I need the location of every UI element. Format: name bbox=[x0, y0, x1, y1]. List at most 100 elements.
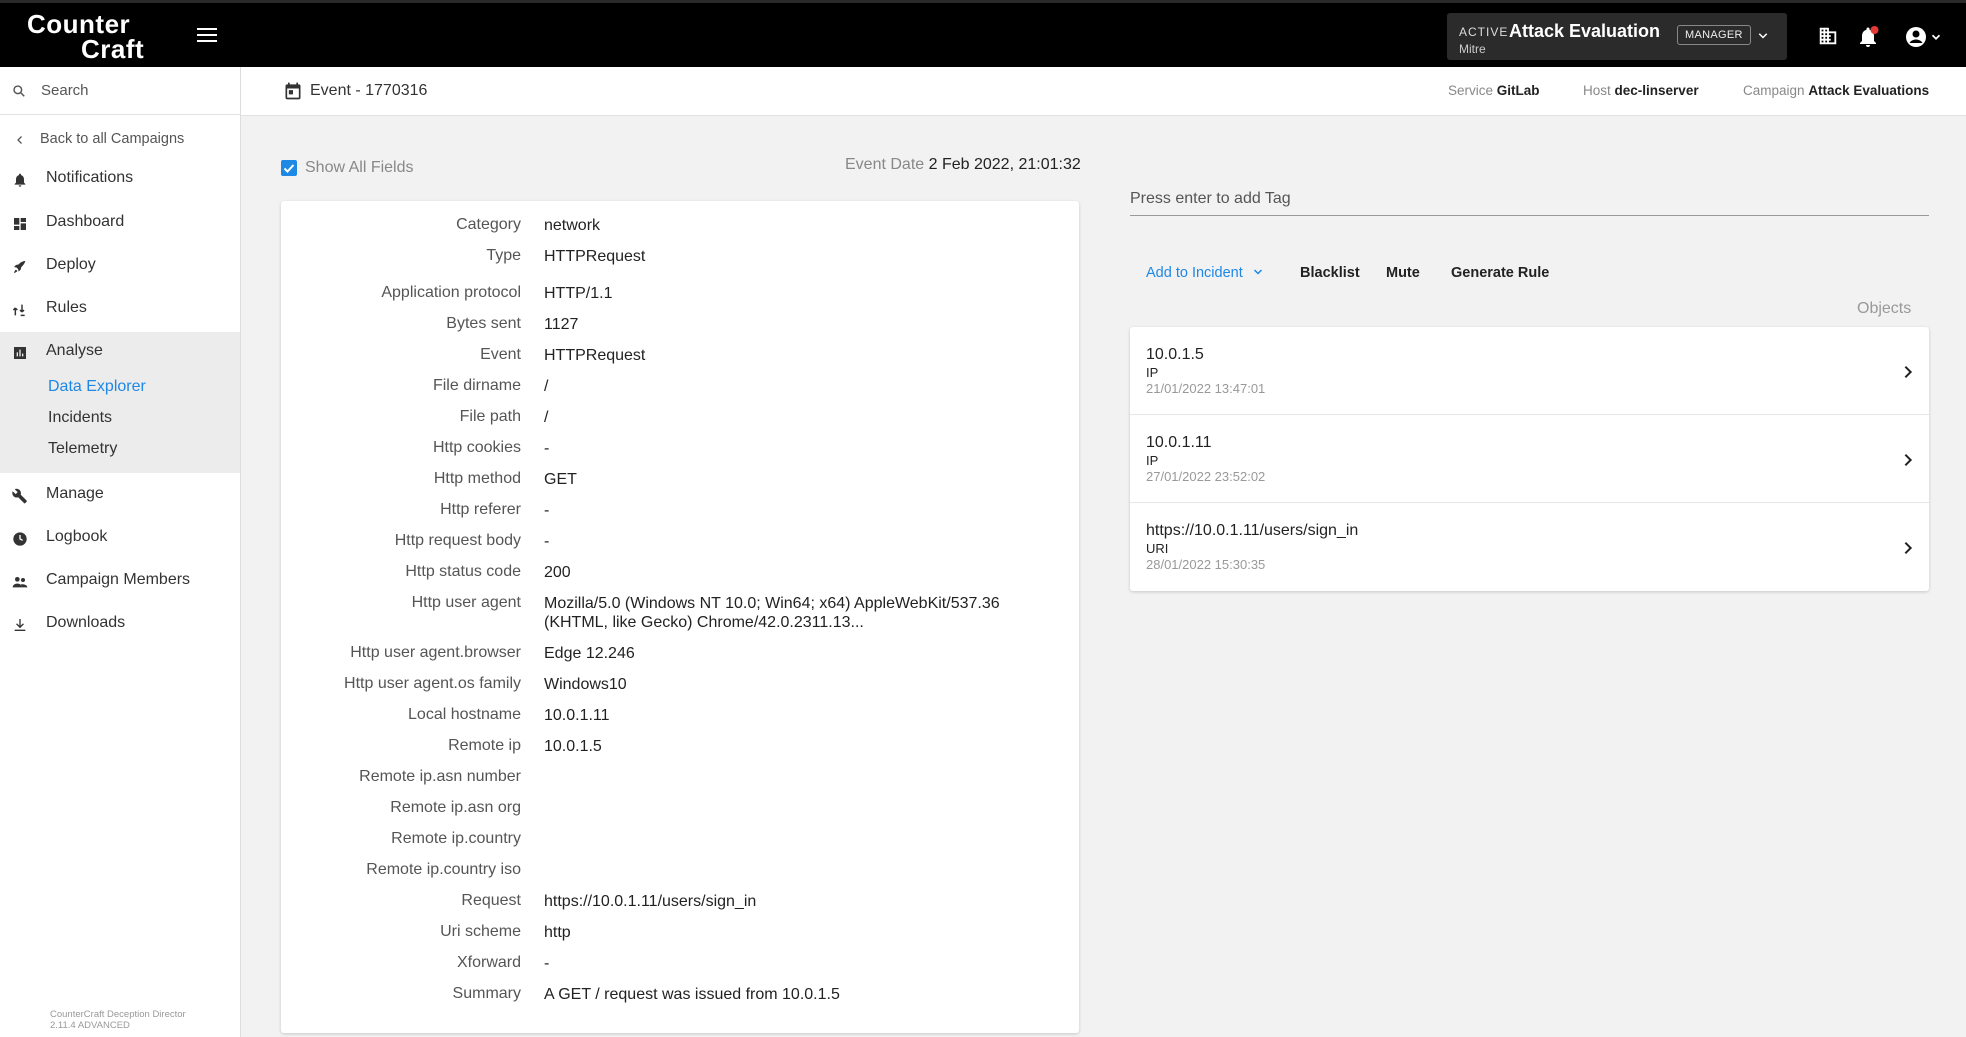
field-label: Category bbox=[456, 216, 521, 233]
chevron-down-icon bbox=[1253, 269, 1262, 275]
sidebar-item-downloads[interactable]: Downloads bbox=[0, 604, 240, 644]
field-label: Http method bbox=[433, 470, 521, 487]
object-date: 27/01/2022 23:52:02 bbox=[1146, 469, 1266, 484]
version-info: CounterCraft Deception Director 2.11.4 A… bbox=[50, 1009, 186, 1031]
top-bar: Counter Craft ACTIVE Attack Evaluations … bbox=[0, 0, 1966, 67]
menu-icon[interactable] bbox=[197, 28, 217, 42]
sidebar-item-logbook[interactable]: Logbook bbox=[0, 518, 240, 558]
sidebar-subitem-incidents[interactable]: Incidents bbox=[48, 409, 112, 427]
field-value: http bbox=[544, 924, 571, 941]
field-value: - bbox=[544, 440, 550, 457]
dashboard-icon bbox=[14, 218, 26, 230]
field-label: Remote ip bbox=[448, 737, 521, 754]
sidebar: Search Back to all Campaigns Notificatio… bbox=[0, 67, 241, 1037]
field-label: Summary bbox=[452, 985, 521, 1002]
object-item[interactable]: https://10.0.1.11/users/sign_in URI 28/01/… bbox=[1130, 503, 1929, 591]
checkbox-checked-icon bbox=[281, 160, 297, 176]
object-item[interactable]: 10.0.1.11 IP 27/01/2022 23:52:02 bbox=[1130, 415, 1929, 503]
blacklist-button[interactable]: Blacklist bbox=[1300, 265, 1360, 281]
people-icon bbox=[12, 577, 28, 588]
field-value: 1127 bbox=[544, 316, 579, 333]
field-label: Application protocol bbox=[381, 284, 521, 301]
field-label: Http request body bbox=[394, 532, 521, 549]
wrench-icon bbox=[12, 488, 27, 504]
object-item[interactable]: 10.0.1.5 IP 21/01/2022 13:47:01 bbox=[1130, 327, 1929, 415]
campaign-selector[interactable]: ACTIVE Attack Evaluations Mitre MANAGER bbox=[1447, 13, 1787, 60]
field-value: 10.0.1.11 bbox=[544, 707, 610, 724]
field-label: Http user agent.browser bbox=[350, 644, 521, 661]
object-value: https://10.0.1.11/users/sign_in bbox=[1146, 522, 1359, 539]
chevron-right-icon[interactable] bbox=[1900, 540, 1916, 556]
account-icon[interactable] bbox=[1904, 25, 1928, 49]
object-date: 21/01/2022 13:47:01 bbox=[1146, 381, 1266, 396]
chevron-right-icon[interactable] bbox=[1900, 364, 1916, 380]
field-label: Xforward bbox=[456, 954, 521, 971]
field-value: / bbox=[544, 409, 549, 426]
field-label: Remote ip.country iso bbox=[366, 861, 521, 878]
field-label: Http user agent.os family bbox=[344, 675, 521, 692]
sidebar-item-notifications[interactable]: Notifications bbox=[0, 159, 240, 199]
object-type: URI bbox=[1146, 541, 1169, 556]
back-to-campaigns-link[interactable]: Back to all Campaigns bbox=[0, 125, 240, 155]
field-value: Mozilla/5.0 (Windows NT 10.0; Win64; x64… bbox=[544, 595, 1000, 631]
sidebar-item-rules[interactable]: Rules bbox=[0, 289, 240, 329]
field-value: - bbox=[544, 533, 550, 550]
field-value: 10.0.1.5 bbox=[544, 738, 602, 755]
field-label: Bytes sent bbox=[446, 315, 521, 332]
chevron-right-icon[interactable] bbox=[1900, 452, 1916, 468]
generate-rule-button[interactable]: Generate Rule bbox=[1451, 265, 1549, 281]
building-icon[interactable] bbox=[1817, 25, 1839, 47]
field-value: - bbox=[544, 502, 550, 519]
field-label: File path bbox=[459, 408, 521, 425]
objects-label: Objects bbox=[1857, 300, 1912, 317]
field-value: A GET / request was issued from 10.0.1.5 bbox=[544, 986, 840, 1003]
field-label: Local hostname bbox=[408, 706, 521, 723]
bell-icon bbox=[14, 173, 26, 187]
field-label: Http cookies bbox=[432, 439, 521, 456]
add-to-incident-button[interactable]: Add to Incident bbox=[1146, 265, 1265, 281]
logo[interactable]: Counter Craft bbox=[27, 11, 144, 62]
object-value: 10.0.1.11 bbox=[1146, 434, 1212, 451]
sidebar-item-campaign-members[interactable]: Campaign Members bbox=[0, 561, 240, 601]
campaign-meta: Campaign Attack Evaluations bbox=[1743, 83, 1930, 98]
download-icon bbox=[14, 619, 26, 631]
field-label: Remote ip.asn org bbox=[390, 799, 521, 816]
sidebar-item-dashboard[interactable]: Dashboard bbox=[0, 203, 240, 243]
sidebar-search[interactable]: Search bbox=[0, 67, 240, 115]
field-label: Remote ip.country bbox=[391, 830, 521, 847]
account-chevron-icon[interactable] bbox=[1929, 30, 1943, 44]
sidebar-item-manage[interactable]: Manage bbox=[0, 475, 240, 515]
service-meta: Service GitLab bbox=[1448, 83, 1540, 98]
field-label: Http status code bbox=[405, 563, 521, 580]
field-value: HTTP/1.1 bbox=[544, 285, 613, 302]
mute-button[interactable]: Mute bbox=[1386, 265, 1420, 281]
sidebar-item-deploy[interactable]: Deploy bbox=[0, 246, 240, 286]
field-value: - bbox=[544, 955, 550, 972]
field-value: GET bbox=[544, 471, 577, 488]
field-label: Uri scheme bbox=[440, 923, 521, 940]
field-label: File dirname bbox=[432, 377, 521, 394]
campaign-name: Attack Evaluations bbox=[1509, 21, 1661, 41]
field-value: 200 bbox=[544, 564, 571, 581]
field-label: Type bbox=[486, 247, 521, 264]
notifications-bell-icon[interactable] bbox=[1856, 25, 1880, 49]
event-date: Event Date 2 Feb 2022, 21:01:32 bbox=[845, 156, 1081, 173]
analyse-group: Analyse Data Explorer Incidents Telemetr… bbox=[0, 332, 240, 473]
object-type: IP bbox=[1146, 365, 1159, 380]
tag-input[interactable]: Press enter to add Tag bbox=[1130, 178, 1929, 216]
campaign-status: ACTIVE bbox=[1459, 25, 1509, 39]
sidebar-item-analyse[interactable]: Analyse bbox=[0, 332, 240, 372]
objects-list: 10.0.1.5 IP 21/01/2022 13:47:01 10.0.1.11 IP… bbox=[1130, 327, 1929, 591]
field-label: Http referer bbox=[440, 501, 521, 518]
calendar-icon bbox=[285, 82, 301, 100]
field-label: Http user agent bbox=[411, 594, 521, 611]
object-value: 10.0.1.5 bbox=[1146, 346, 1204, 363]
field-label: Request bbox=[461, 892, 521, 909]
sidebar-subitem-data-explorer[interactable]: Data Explorer bbox=[48, 378, 146, 396]
rocket-icon bbox=[14, 261, 26, 273]
event-fields-card: Category network Type HTTPRequest Applicatio… bbox=[281, 201, 1079, 1033]
chevron-left-icon bbox=[17, 136, 22, 144]
clock-icon bbox=[13, 532, 27, 546]
field-value: HTTPRequest bbox=[544, 248, 646, 265]
sidebar-subitem-telemetry[interactable]: Telemetry bbox=[48, 440, 117, 458]
